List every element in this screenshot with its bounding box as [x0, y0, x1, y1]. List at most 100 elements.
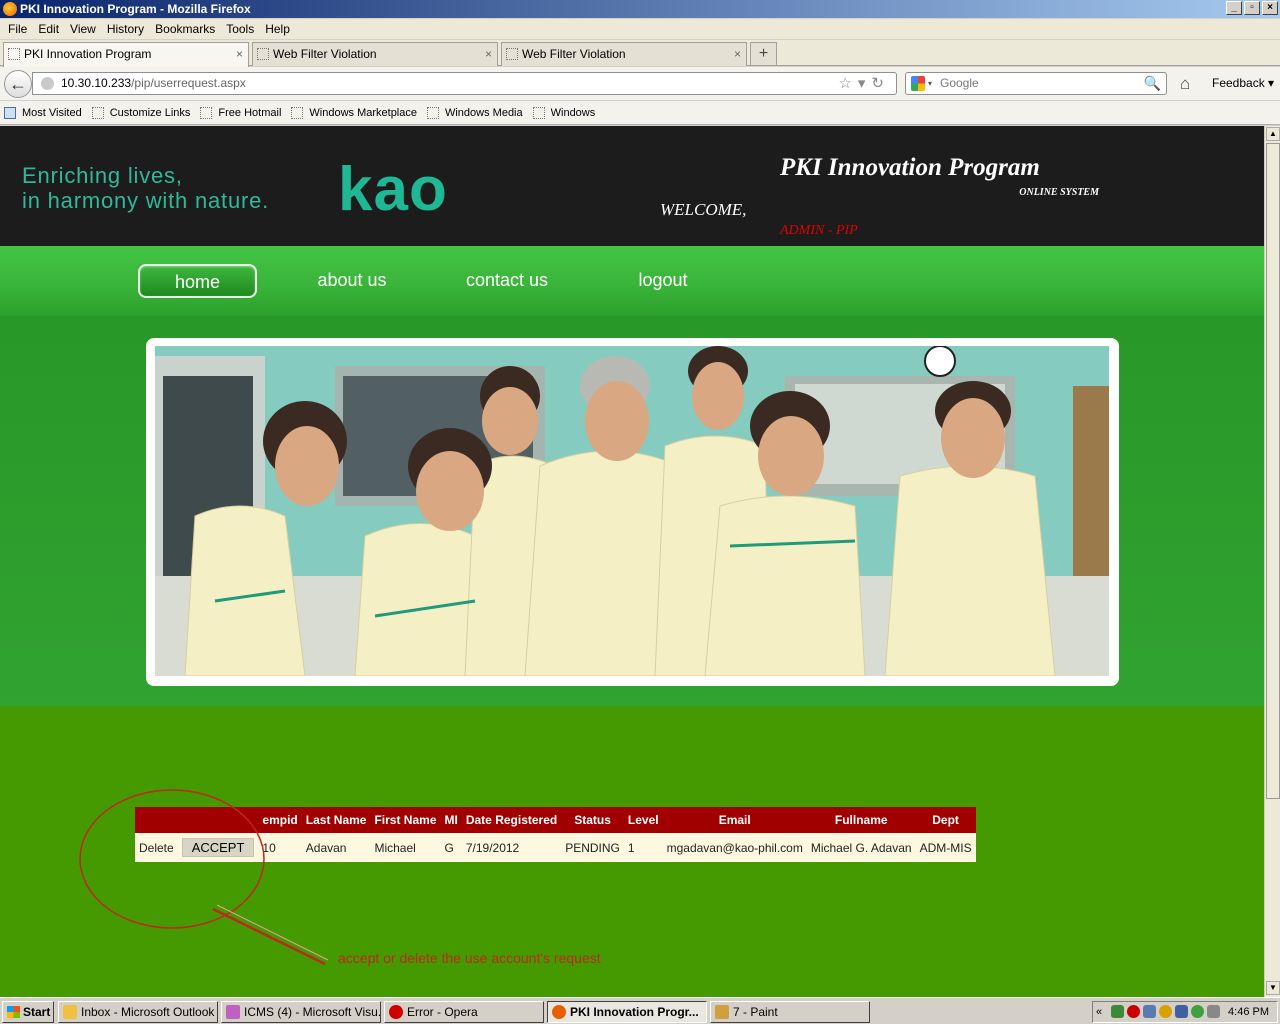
cell-status: PENDING — [561, 833, 624, 862]
tray-network-icon[interactable] — [1111, 1005, 1124, 1018]
task-firefox[interactable]: PKI Innovation Progr... — [547, 1001, 707, 1023]
maximize-button[interactable]: ▫ — [1244, 1, 1260, 15]
close-tab-icon[interactable]: × — [236, 43, 243, 65]
bookmark-windows[interactable]: Windows — [532, 106, 595, 119]
tray-monitor-icon[interactable] — [1175, 1005, 1188, 1018]
bookmark-customize-links[interactable]: Customize Links — [91, 106, 190, 119]
tray-clock-icon[interactable] — [1159, 1005, 1172, 1018]
bookmark-windows-media[interactable]: Windows Media — [426, 106, 523, 119]
page-icon — [200, 106, 213, 119]
url-path: /pip/userrequest.aspx — [131, 76, 246, 90]
tray-globe-icon[interactable] — [1191, 1005, 1204, 1018]
annotation-arrow — [212, 907, 326, 966]
paint-icon — [715, 1005, 729, 1019]
search-bar[interactable]: ▾ Google 🔍 — [905, 72, 1167, 95]
close-button[interactable]: × — [1262, 1, 1278, 15]
team-photo-illustration — [155, 346, 1109, 676]
vertical-scrollbar[interactable]: ▲ ▼ — [1264, 126, 1280, 997]
team-photo — [155, 346, 1109, 676]
col-email-header: Email — [662, 807, 807, 833]
col-first-name-header: First Name — [370, 807, 441, 833]
menu-edit[interactable]: Edit — [34, 22, 66, 36]
menu-help[interactable]: Help — [261, 22, 297, 36]
task-outlook[interactable]: Inbox - Microsoft Outlook — [58, 1001, 218, 1023]
page-icon — [291, 106, 304, 119]
url-host: 10.30.10.233 — [61, 76, 132, 90]
search-icon[interactable]: 🔍 — [1144, 73, 1161, 94]
tab-label: PKI Innovation Program — [24, 47, 152, 61]
menu-file[interactable]: File — [4, 22, 34, 36]
cell-dept: ADM-MIS — [915, 833, 976, 862]
tab-web-filter-1[interactable]: Web Filter Violation × — [252, 42, 498, 66]
bookmark-star-icon[interactable]: ☆ — [838, 75, 857, 92]
page-icon — [532, 106, 545, 119]
annotation-arrow-highlight — [216, 904, 329, 961]
cell-email: mgadavan@kao-phil.com — [662, 833, 807, 862]
col-accept-header — [177, 807, 259, 833]
tray-expand-icon[interactable]: « — [1096, 1002, 1102, 1022]
nav-logout[interactable]: logout — [618, 264, 708, 298]
task-opera[interactable]: Error - Opera — [384, 1001, 544, 1023]
tray-opera-icon[interactable] — [1127, 1005, 1140, 1018]
col-mi-header: MI — [440, 807, 462, 833]
url-bar-icons: ☆▾↻ — [838, 73, 890, 94]
minimize-button[interactable]: _ — [1226, 1, 1242, 15]
col-date-registered-header: Date Registered — [461, 807, 562, 833]
window-title-bar: PKI Innovation Program - Mozilla Firefox… — [0, 0, 1280, 18]
feedback-button[interactable]: Feedback ▾ — [1212, 76, 1274, 90]
col-fullname-header: Fullname — [806, 807, 916, 833]
system-tray: « 4:46 PM — [1092, 1001, 1278, 1023]
accept-button[interactable]: ACCEPT — [181, 838, 255, 857]
bookmarks-toolbar: Most Visited Customize Links Free Hotmai… — [0, 101, 1280, 125]
bookmark-most-visited[interactable]: Most Visited — [4, 106, 82, 119]
menu-history[interactable]: History — [103, 22, 151, 36]
delete-link[interactable]: Delete — [135, 833, 178, 862]
bookmark-free-hotmail[interactable]: Free Hotmail — [200, 106, 281, 119]
task-visual-studio[interactable]: ICMS (4) - Microsoft Visu... — [221, 1001, 381, 1023]
search-engine-dropdown-icon[interactable]: ▾ — [928, 73, 932, 94]
close-tab-icon[interactable]: × — [734, 43, 741, 65]
table-header-row: empid Last Name First Name MI Date Regis… — [135, 807, 976, 833]
close-tab-icon[interactable]: × — [485, 43, 492, 65]
col-last-name-header: Last Name — [301, 807, 371, 833]
bookmark-windows-marketplace[interactable]: Windows Marketplace — [291, 106, 417, 119]
tab-pki-innovation[interactable]: PKI Innovation Program × — [3, 42, 249, 67]
back-button[interactable]: ← — [4, 70, 32, 98]
tagline-line-1: Enriching lives, — [22, 163, 183, 188]
program-subtitle: ONLINE SYSTEM — [1019, 187, 1099, 198]
menu-bookmarks[interactable]: Bookmarks — [151, 22, 222, 36]
page-icon — [426, 106, 439, 119]
menu-tools[interactable]: Tools — [222, 22, 261, 36]
tray-app-icon[interactable] — [1143, 1005, 1156, 1018]
banner-section — [0, 316, 1264, 706]
page-icon — [91, 106, 104, 119]
user-request-table: empid Last Name First Name MI Date Regis… — [135, 807, 976, 862]
col-empid-header: empid — [258, 807, 302, 833]
nav-home[interactable]: home — [138, 264, 257, 298]
menu-bar: File Edit View History Bookmarks Tools H… — [0, 19, 1280, 39]
url-bar[interactable]: 10.30.10.233/pip/userrequest.aspx ☆▾↻ — [32, 72, 897, 95]
new-tab-button[interactable]: + — [750, 42, 777, 66]
tab-web-filter-2[interactable]: Web Filter Violation × — [501, 42, 747, 66]
tray-icons — [1111, 1005, 1220, 1018]
dropdown-icon[interactable]: ▾ — [858, 75, 872, 92]
reload-icon[interactable]: ↻ — [871, 75, 890, 92]
home-icon[interactable]: ⌂ — [1180, 74, 1190, 94]
accept-cell: ACCEPT — [177, 833, 259, 862]
scroll-up-arrow-icon[interactable]: ▲ — [1266, 127, 1280, 141]
nav-about-us[interactable]: about us — [302, 264, 402, 298]
scroll-down-arrow-icon[interactable]: ▼ — [1266, 981, 1280, 995]
site-identity-icon[interactable] — [41, 77, 54, 90]
task-paint[interactable]: 7 - Paint — [710, 1001, 870, 1023]
google-icon[interactable] — [911, 76, 925, 91]
tagline-line-2: in harmony with nature. — [22, 188, 270, 213]
search-placeholder: Google — [940, 76, 979, 90]
nav-contact-us[interactable]: contact us — [452, 264, 562, 298]
tray-volume-icon[interactable] — [1207, 1005, 1220, 1018]
col-delete-header — [135, 807, 178, 833]
tab-label: Web Filter Violation — [273, 47, 377, 61]
menu-view[interactable]: View — [66, 22, 103, 36]
scroll-thumb[interactable] — [1266, 143, 1280, 799]
start-button[interactable]: Start — [2, 1001, 54, 1023]
cell-fullname: Michael G. Adavan — [806, 833, 916, 862]
